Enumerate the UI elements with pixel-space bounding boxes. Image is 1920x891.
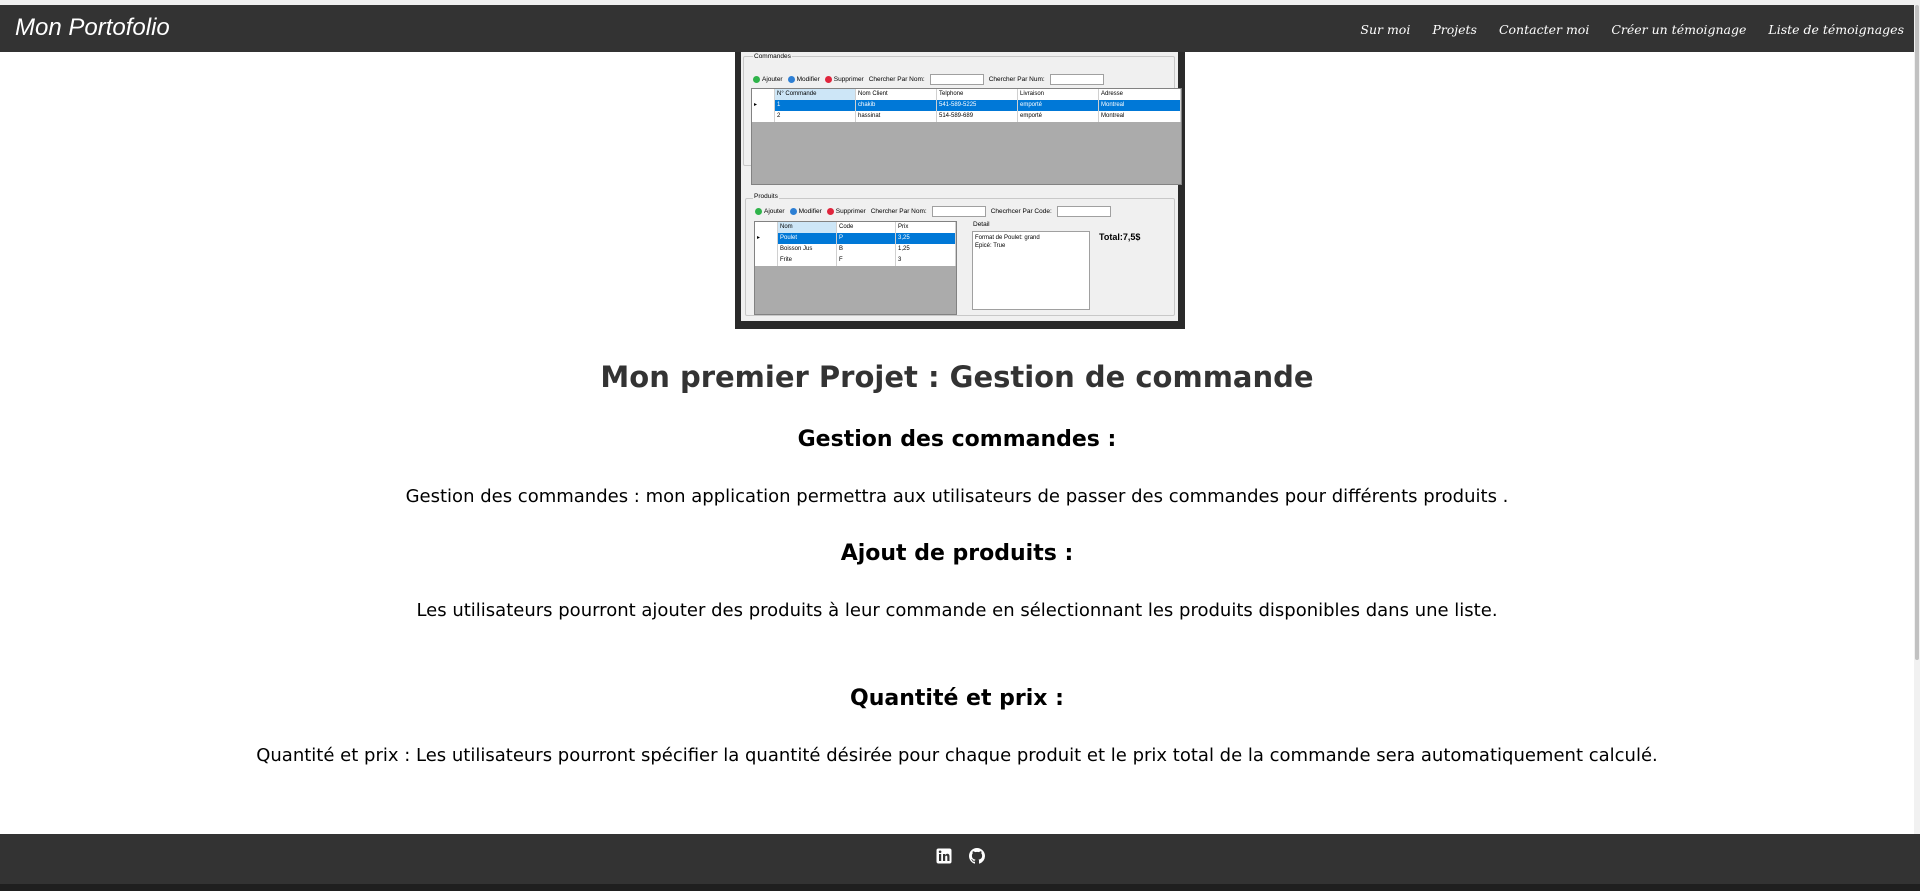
produits-group-label: Produits [753,193,779,200]
commandes-delete-button[interactable]: Supprimer [824,75,864,83]
footer [0,834,1920,884]
detail-line: Epicé: True [975,243,1006,249]
row-header-cell [752,89,775,100]
row-selector-icon: ▸ [752,100,775,111]
grid-cell: hassinat [856,111,937,122]
window-bottom-strip [0,884,1920,891]
row-header-cell [752,111,775,122]
grid-cell: emporté [1018,111,1099,122]
grid-col-header[interactable]: Adresse [1099,89,1181,100]
grid-cell: 3,25 [896,233,956,244]
project-screenshot: Commandes Ajouter Modifier Supprimer Che… [735,52,1185,329]
produits-search-name-input[interactable] [931,206,986,217]
page-title: Mon premier Projet : Gestion de commande [600,360,1314,394]
produits-search-code-label: Checrhcer Par Code: [990,208,1052,215]
add-icon [755,207,762,215]
produits-edit-button[interactable]: Modifier [789,207,822,215]
table-row[interactable]: ▸ Poulet P 3,25 [755,233,956,244]
edit-icon [787,75,795,83]
table-row[interactable]: ▸ 1 chakib 541-589-5225 emporté Montreal [752,100,1181,111]
grid-cell: P [837,233,896,244]
grid-cell: 3 [896,255,956,266]
nav-link-contacter-moi[interactable]: Contacter moi [1499,22,1589,37]
table-row[interactable]: 2 hassinat 514-589-689 emporté Montreal [752,111,1181,122]
commandes-search-name-input[interactable] [929,74,984,85]
nav-link-creer-temoignage[interactable]: Créer un témoignage [1611,22,1746,37]
section-heading-ajout: Ajout de produits : [840,541,1074,566]
detail-textbox[interactable]: Format de Poulet: grand Epicé: True [972,231,1090,310]
delete-icon [824,75,832,83]
scrollbar-thumb[interactable] [1915,5,1919,660]
section-text-ajout: Les utilisateurs pourront ajouter des pr… [416,600,1498,621]
nav-link-projets[interactable]: Projets [1432,22,1477,37]
detail-line: Format de Poulet: grand [975,235,1040,241]
grid-cell: 1 [775,100,856,111]
table-row[interactable]: Frite F 3 [755,255,956,266]
grid-cell: F [837,255,896,266]
nav-link-sur-moi[interactable]: Sur moi [1360,22,1410,37]
commandes-search-num-label: Chercher Par Num: [988,76,1045,83]
github-icon[interactable] [969,848,985,864]
commandes-group-label: Commandes [753,53,792,60]
row-header-cell [755,255,778,266]
nav-link-liste-temoignages[interactable]: Liste de témoignages [1768,22,1904,37]
grid-col-header[interactable]: Telphone [937,89,1018,100]
app-window: Commandes Ajouter Modifier Supprimer Che… [741,52,1182,321]
section-text-quantite: Quantité et prix : Les utilisateurs pour… [256,745,1658,766]
grid-col-header[interactable]: N° Commande [775,89,856,100]
grid-col-header[interactable]: Nom Client [856,89,937,100]
commandes-search-name-label: Chercher Par Nom: [868,76,925,83]
grid-cell: 541-589-5225 [937,100,1018,111]
detail-label: Detail [973,221,990,228]
grid-cell: Poulet [778,233,837,244]
grid-cell: Boisson Jus [778,244,837,255]
grid-cell: 1,25 [896,244,956,255]
section-text-gestion: Gestion des commandes : mon application … [405,486,1509,507]
produits-grid-header: Nom Code Prix [755,222,956,233]
grid-cell: Frite [778,255,837,266]
grid-col-header[interactable]: Livraison [1018,89,1099,100]
social-links [936,848,985,864]
produits-add-button[interactable]: Ajouter [755,207,785,215]
commandes-grid-header: N° Commande Nom Client Telphone Livraiso… [752,89,1181,100]
commandes-grid[interactable]: N° Commande Nom Client Telphone Livraiso… [751,88,1182,185]
grid-col-header[interactable]: Prix [896,222,956,233]
grid-cell: B [837,244,896,255]
produits-delete-button[interactable]: Supprimer [826,207,866,215]
navbar: Mon Portofolio Sur moi Projets Contacter… [0,5,1914,52]
nav-links: Sur moi Projets Contacter moi Créer un t… [1360,22,1904,37]
produits-search-name-label: Chercher Par Nom: [870,208,927,215]
grid-cell: Montreal [1099,100,1181,111]
row-selector-icon: ▸ [755,233,778,244]
brand-logo[interactable]: Mon Portofolio [15,14,170,42]
commandes-search-num-input[interactable] [1049,74,1104,85]
commandes-toolbar: Ajouter Modifier Supprimer Chercher Par … [753,74,1104,85]
row-header-cell [755,222,778,233]
section-heading-gestion: Gestion des commandes : [797,427,1117,452]
produits-toolbar: Ajouter Modifier Supprimer Chercher Par … [755,206,1111,217]
produits-search-code-input[interactable] [1056,206,1111,217]
row-header-cell [755,244,778,255]
grid-cell: 2 [775,111,856,122]
edit-icon [789,207,797,215]
linkedin-icon[interactable] [936,848,952,864]
produits-grid[interactable]: Nom Code Prix ▸ Poulet P 3,25 Boisson Ju… [754,221,957,315]
add-icon [753,75,760,83]
grid-col-header[interactable]: Code [837,222,896,233]
grid-col-header[interactable]: Nom [778,222,837,233]
total-label: Total:7,5$ [1099,232,1141,242]
table-row[interactable]: Boisson Jus B 1,25 [755,244,956,255]
grid-cell: emporté [1018,100,1099,111]
commandes-add-button[interactable]: Ajouter [753,75,783,83]
grid-cell: 514-589-689 [937,111,1018,122]
delete-icon [826,207,834,215]
grid-cell: Montreal [1099,111,1181,122]
section-heading-quantite: Quantité et prix : [850,686,1064,711]
commandes-edit-button[interactable]: Modifier [787,75,820,83]
grid-cell: chakib [856,100,937,111]
